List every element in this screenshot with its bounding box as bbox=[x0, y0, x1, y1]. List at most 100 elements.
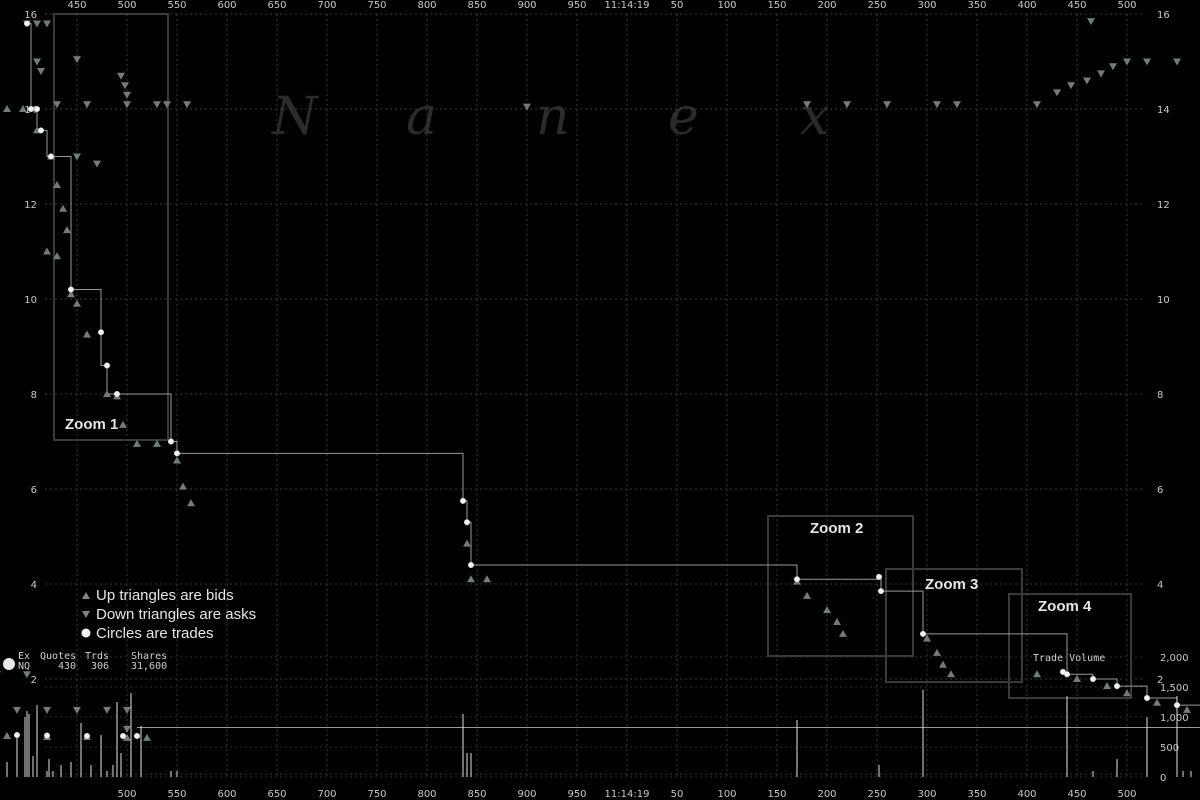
bid-triangle bbox=[73, 299, 81, 307]
top-axis-tick: 450 bbox=[1067, 0, 1086, 11]
bottom-axis-tick: 150 bbox=[767, 789, 786, 800]
bid-triangle bbox=[1183, 705, 1191, 713]
bid-triangle bbox=[833, 618, 841, 625]
top-axis: 450 500 550 600 650 700 750 800 850 900 950 11:14:1… bbox=[67, 0, 1136, 11]
ask-triangle bbox=[163, 101, 171, 109]
ask-triangle bbox=[123, 706, 131, 714]
price-axis: 224466881010121214141616 bbox=[24, 10, 1169, 686]
bid-triangle bbox=[1123, 689, 1131, 697]
bid-triangle bbox=[839, 629, 847, 637]
ask-triangle bbox=[1097, 70, 1105, 78]
bottom-axis-tick: 550 bbox=[167, 789, 186, 800]
grid bbox=[45, 13, 1145, 778]
trade-circle bbox=[23, 20, 31, 27]
legend-text: Up triangles are bids bbox=[96, 587, 234, 604]
volume-axis-tick: 0 bbox=[1160, 773, 1166, 784]
top-axis-tick: 11:14:19 bbox=[605, 0, 650, 11]
trade-circle bbox=[67, 286, 75, 293]
top-axis-tick: 500 bbox=[117, 0, 136, 11]
ask-triangle bbox=[843, 101, 851, 109]
ask-triangle bbox=[1053, 89, 1061, 97]
bottom-axis-tick: 500 bbox=[117, 789, 136, 800]
bid-triangle bbox=[823, 606, 831, 614]
price-axis-tick-right: 10 bbox=[1157, 295, 1170, 306]
ask-triangle bbox=[123, 91, 131, 99]
trade-circle bbox=[33, 105, 41, 113]
ask-triangle bbox=[953, 101, 961, 109]
top-axis-tick: 50 bbox=[671, 0, 684, 11]
volume-axis: 0 500 1,000 1,500 2,000 bbox=[1160, 653, 1189, 784]
price-axis-tick-right: 14 bbox=[1157, 105, 1170, 116]
ask-triangle bbox=[13, 706, 21, 714]
price-axis-tick-right: 16 bbox=[1157, 10, 1170, 21]
bid-triangle bbox=[463, 539, 471, 547]
ask-triangle bbox=[1067, 82, 1075, 90]
bid-triangle bbox=[63, 226, 71, 234]
trade-circle bbox=[173, 450, 181, 457]
bottom-axis-tick: 350 bbox=[967, 789, 986, 800]
ask-triangle bbox=[1087, 18, 1095, 26]
top-axis-tick: 300 bbox=[917, 0, 936, 11]
legend-down-triangle-icon bbox=[82, 611, 90, 618]
bottom-axis-tick: 200 bbox=[817, 789, 836, 800]
ask-triangle bbox=[33, 58, 41, 66]
bid-triangle bbox=[947, 670, 955, 678]
zoom-label: Zoom 2 bbox=[810, 520, 863, 537]
ask-triangle bbox=[1173, 58, 1181, 66]
stats-value: 306 bbox=[91, 661, 109, 672]
trade-circle bbox=[877, 588, 885, 595]
legend-text: Down triangles are asks bbox=[96, 606, 256, 623]
trade-circle bbox=[97, 329, 105, 336]
trade-circle bbox=[103, 362, 111, 369]
bottom-axis-tick: 450 bbox=[1067, 789, 1086, 800]
trade-circle bbox=[1063, 671, 1071, 678]
bottom-axis-tick: 300 bbox=[917, 789, 936, 800]
trade-circle bbox=[113, 390, 121, 398]
trade-circle bbox=[1089, 675, 1097, 683]
ask-triangle bbox=[1143, 58, 1151, 66]
bid-triangle bbox=[173, 456, 181, 464]
watermark-letter: e bbox=[668, 87, 699, 147]
bottom-axis: 500 550 600 650 700 750 800 850 900 950 11:14:19 50… bbox=[117, 789, 1136, 800]
price-axis-tick-right: 4 bbox=[1157, 580, 1163, 591]
volume-axis-tick: 1,500 bbox=[1160, 683, 1189, 694]
bottom-axis-tick: 50 bbox=[671, 789, 684, 800]
ask-triangle bbox=[1033, 101, 1041, 109]
watermark-letter: n bbox=[536, 87, 570, 147]
bid-triangle bbox=[59, 204, 67, 212]
ask-triangle bbox=[183, 101, 191, 109]
top-axis-tick: 800 bbox=[417, 0, 436, 11]
watermark: N a n e x bbox=[270, 87, 829, 147]
bid-triangle bbox=[467, 575, 475, 583]
bid-triangle bbox=[1103, 682, 1111, 690]
ask-triangle bbox=[1083, 77, 1091, 85]
ask-triangle bbox=[0, 671, 1, 673]
trade-circle bbox=[83, 732, 91, 740]
bid-triangle bbox=[939, 660, 947, 668]
trade-circle bbox=[47, 153, 55, 160]
ask-triangle bbox=[933, 101, 941, 109]
top-axis-tick: 550 bbox=[167, 0, 186, 11]
bottom-axis-tick: 850 bbox=[467, 789, 486, 800]
bottom-axis-tick: 100 bbox=[717, 789, 736, 800]
bid-triangle bbox=[143, 733, 151, 741]
bid-triangle bbox=[1073, 675, 1081, 682]
bottom-axis-tick: 650 bbox=[267, 789, 286, 800]
ask-triangle bbox=[123, 725, 131, 733]
bid-triangle bbox=[483, 575, 491, 583]
price-axis-tick-left: 12 bbox=[24, 200, 37, 211]
bid-markers bbox=[3, 105, 1191, 741]
stats-table: Ex Quotes Trds Shares NQ 430 306 31,600 bbox=[3, 651, 167, 672]
price-axis-tick-left: 16 bbox=[24, 10, 37, 21]
ask-triangle bbox=[73, 706, 81, 714]
ask-triangle bbox=[121, 82, 129, 90]
ask-triangle bbox=[103, 706, 111, 714]
top-axis-tick: 400 bbox=[1017, 0, 1036, 11]
bid-triangle bbox=[83, 330, 91, 338]
ask-triangle bbox=[37, 68, 45, 75]
top-axis-tick: 250 bbox=[867, 0, 886, 11]
zoom-label: Zoom 1 bbox=[65, 416, 118, 433]
top-axis-tick: 700 bbox=[317, 0, 336, 11]
legend-up-triangle-icon bbox=[82, 592, 90, 599]
watermark-letter: a bbox=[406, 87, 437, 147]
